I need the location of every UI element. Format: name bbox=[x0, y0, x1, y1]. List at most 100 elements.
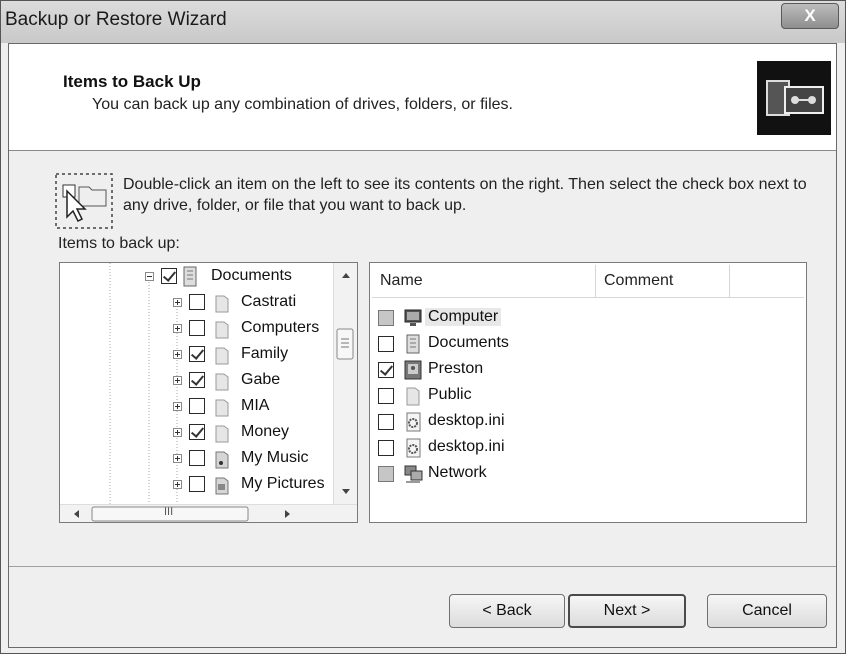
page-title: Items to Back Up bbox=[63, 72, 201, 91]
tree-checkbox[interactable] bbox=[189, 476, 205, 492]
select-items-icon bbox=[55, 173, 113, 229]
folder-icon bbox=[213, 422, 231, 444]
tree-label: Castrati bbox=[241, 293, 297, 310]
expand-icon[interactable] bbox=[173, 480, 182, 489]
settings-file-icon bbox=[402, 437, 424, 464]
wizard-body: Items to Back Up You can back up any com… bbox=[8, 43, 837, 648]
page-subtitle: You can back up any combination of drive… bbox=[92, 96, 513, 113]
scroll-right-icon[interactable] bbox=[285, 510, 290, 518]
close-icon: X bbox=[804, 6, 816, 25]
item-list[interactable]: Name Comment Computer Documents Preston … bbox=[369, 262, 807, 523]
tree-item-documents[interactable]: Documents bbox=[60, 265, 330, 289]
column-name[interactable]: Name bbox=[372, 265, 596, 297]
folder-icon bbox=[213, 292, 231, 314]
cancel-button[interactable]: Cancel bbox=[707, 594, 827, 628]
list-checkbox[interactable] bbox=[378, 466, 394, 482]
tree-checkbox[interactable] bbox=[161, 268, 177, 284]
scroll-left-icon[interactable] bbox=[74, 510, 79, 518]
expand-icon[interactable] bbox=[173, 454, 182, 463]
close-button[interactable]: X bbox=[781, 3, 839, 29]
music-folder-icon bbox=[213, 448, 231, 470]
footer-divider bbox=[9, 566, 836, 567]
scroll-up-icon[interactable] bbox=[342, 273, 350, 278]
tree-horizontal-scrollbar[interactable]: III bbox=[60, 504, 357, 522]
list-checkbox[interactable] bbox=[378, 440, 394, 456]
wizard-window: Backup or Restore Wizard X Items to Back… bbox=[0, 0, 846, 654]
list-checkbox[interactable] bbox=[378, 310, 394, 326]
tree-item-gabe[interactable]: Gabe bbox=[60, 369, 330, 393]
list-item[interactable]: desktop.ini bbox=[378, 409, 798, 435]
tree-label: My Music bbox=[241, 449, 309, 466]
column-comment[interactable]: Comment bbox=[596, 265, 730, 297]
list-label: Documents bbox=[428, 334, 509, 351]
tree-checkbox[interactable] bbox=[189, 372, 205, 388]
back-button[interactable]: < Back bbox=[449, 594, 565, 628]
folder-icon bbox=[213, 370, 231, 392]
tree-label: My Pictures bbox=[241, 475, 325, 492]
list-label: desktop.ini bbox=[428, 412, 505, 429]
folder-icon bbox=[213, 318, 231, 340]
pictures-folder-icon bbox=[213, 474, 231, 496]
tree-vertical-scrollbar[interactable] bbox=[333, 263, 357, 504]
backup-icon bbox=[757, 61, 831, 135]
tree-label: Money bbox=[241, 423, 290, 440]
tree-item-computers[interactable]: Computers bbox=[60, 317, 330, 341]
tree-checkbox[interactable] bbox=[189, 320, 205, 336]
title-bar[interactable]: Backup or Restore Wizard X bbox=[1, 1, 845, 43]
network-icon bbox=[402, 463, 424, 490]
tree-checkbox[interactable] bbox=[189, 294, 205, 310]
list-label: desktop.ini bbox=[428, 438, 505, 455]
scroll-thumb[interactable] bbox=[336, 328, 354, 360]
tree-item-money[interactable]: Money bbox=[60, 421, 330, 445]
list-checkbox[interactable] bbox=[378, 388, 394, 404]
list-item[interactable]: Computer bbox=[378, 305, 798, 331]
list-label: Network bbox=[428, 464, 487, 481]
tree-label: Gabe bbox=[241, 371, 281, 388]
folder-icon bbox=[402, 385, 424, 412]
wizard-header: Items to Back Up You can back up any com… bbox=[9, 44, 836, 151]
documents-folder-icon bbox=[182, 266, 200, 288]
tree-item-mia[interactable]: MIA bbox=[60, 395, 330, 419]
folder-tree[interactable]: Documents Castrati Computers Family Gabe… bbox=[59, 262, 358, 523]
list-item[interactable]: Public bbox=[378, 383, 798, 409]
list-item[interactable]: Documents bbox=[378, 331, 798, 357]
tree-checkbox[interactable] bbox=[189, 450, 205, 466]
list-checkbox[interactable] bbox=[378, 362, 394, 378]
tree-item-my-pictures[interactable]: My Pictures bbox=[60, 473, 330, 497]
folder-icon bbox=[213, 344, 231, 366]
tree-checkbox[interactable] bbox=[189, 424, 205, 440]
user-folder-icon bbox=[402, 359, 424, 386]
settings-file-icon bbox=[402, 411, 424, 438]
expand-icon[interactable] bbox=[173, 298, 182, 307]
expand-icon[interactable] bbox=[173, 350, 182, 359]
expand-icon[interactable] bbox=[173, 376, 182, 385]
tree-item-castrati[interactable]: Castrati bbox=[60, 291, 330, 315]
list-checkbox[interactable] bbox=[378, 336, 394, 352]
computer-icon bbox=[402, 307, 424, 334]
tree-label: Computers bbox=[241, 319, 320, 336]
list-header: Name Comment bbox=[372, 265, 804, 298]
expand-icon[interactable] bbox=[173, 324, 182, 333]
tree-item-my-music[interactable]: My Music bbox=[60, 447, 330, 471]
items-to-back-up-label: Items to back up: bbox=[58, 235, 180, 252]
scroll-down-icon[interactable] bbox=[342, 489, 350, 494]
tree-label: Family bbox=[241, 345, 289, 362]
list-item[interactable]: desktop.ini bbox=[378, 435, 798, 461]
list-label: Computer bbox=[425, 308, 502, 326]
documents-folder-icon bbox=[402, 333, 424, 360]
tree-label: MIA bbox=[241, 397, 270, 414]
expand-icon[interactable] bbox=[173, 402, 182, 411]
window-title: Backup or Restore Wizard bbox=[5, 9, 227, 30]
next-button[interactable]: Next > bbox=[568, 594, 686, 628]
list-item[interactable]: Network bbox=[378, 461, 798, 487]
expand-icon[interactable] bbox=[173, 428, 182, 437]
tree-checkbox[interactable] bbox=[189, 398, 205, 414]
folder-icon bbox=[213, 396, 231, 418]
list-label: Public bbox=[428, 386, 472, 403]
list-item[interactable]: Preston bbox=[378, 357, 798, 383]
collapse-icon[interactable] bbox=[145, 272, 154, 281]
tree-item-family[interactable]: Family bbox=[60, 343, 330, 367]
tree-checkbox[interactable] bbox=[189, 346, 205, 362]
tree-label: Documents bbox=[211, 267, 292, 284]
list-checkbox[interactable] bbox=[378, 414, 394, 430]
